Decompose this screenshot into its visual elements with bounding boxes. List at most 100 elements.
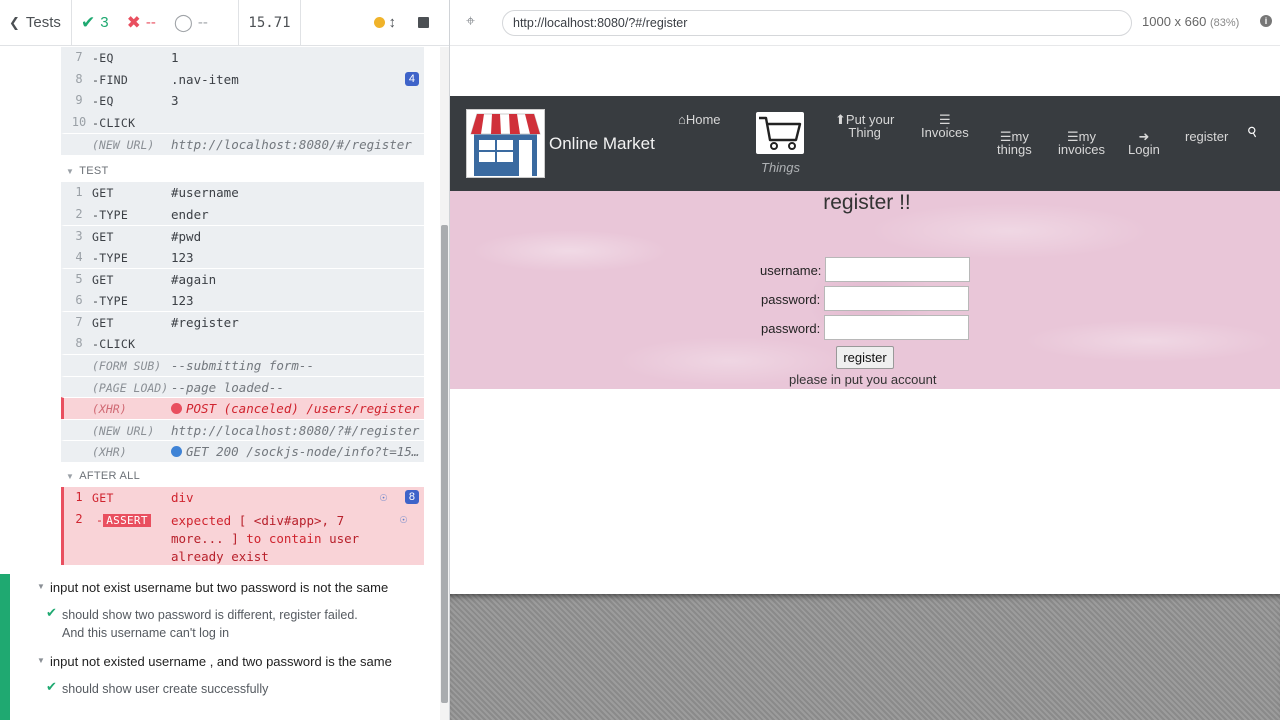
command-row[interactable]: (NEW URL) http://localhost:8080/#/registe… (61, 133, 424, 155)
reporter-header: ❮ Tests ✔ 3 ✖ -- ◯ -- 15.71 ↕ (0, 0, 449, 46)
username-input[interactable] (825, 257, 970, 282)
suite-item[interactable]: ▼ input not exist username but two passwo… (0, 574, 440, 602)
brand-name[interactable]: Online Market (549, 134, 655, 154)
assert-message: expected [ <div#app>, 7 more... ] to con… (171, 512, 360, 564)
cypress-runner: ❮ Tests ✔ 3 ✖ -- ◯ -- 15.71 ↕ 7 -EQ 1 8 -FIND.… (0, 0, 1280, 720)
suite-list: ▼ input not exist username but two passwo… (0, 574, 440, 704)
tests-label: Tests (25, 14, 61, 31)
cart-icon (759, 116, 802, 150)
scrollbar-thumb[interactable] (441, 225, 448, 703)
hook-after-all[interactable]: ▼ AFTER ALL (66, 470, 140, 482)
check-icon: ✔ (81, 12, 96, 32)
nav-register[interactable]: register (1185, 130, 1228, 143)
command-row[interactable]: 8 -CLICK (61, 332, 424, 354)
nav-things[interactable]: Things (761, 160, 800, 175)
nav-home[interactable]: ⌂Home (678, 113, 721, 126)
command-row[interactable]: 10 -CLICK (61, 111, 424, 133)
pin-icon[interactable]: ⚲ (1245, 123, 1261, 142)
status-dot-icon (373, 17, 385, 28)
command-row[interactable]: 9 -EQ 3 (61, 90, 424, 112)
url-bar[interactable]: http://localhost:8080/?#/register (502, 10, 1132, 36)
test-item[interactable]: ✔ should show two password is different,… (0, 602, 440, 648)
command-row[interactable]: 2 -TYPE ender (61, 203, 424, 225)
element-count-badge: 4 (404, 71, 419, 86)
nav-invoices[interactable]: ☰ Invoices (921, 113, 969, 139)
command-row-failed-xhr[interactable]: (XHR) POST (canceled) /users/register (61, 397, 424, 419)
home-icon: ⌂ (678, 112, 686, 127)
command-row[interactable]: 3 GET #pwd (61, 225, 424, 247)
pending-stat: ◯ -- (173, 12, 208, 32)
eye-slash-icon: ☉ (400, 511, 408, 526)
caret-down-icon: ▼ (66, 472, 75, 481)
app-frame: Online Market ⌂Home Things ⬆Put your Thin… (450, 47, 1280, 594)
xhr-status-dot-icon (171, 446, 182, 457)
suite-item[interactable]: ▼ input not existed username , and two pa… (0, 648, 440, 676)
stop-icon[interactable] (418, 17, 429, 28)
command-row[interactable]: (PAGE LOAD) --page loaded-- (61, 375, 424, 397)
command-row[interactable]: 4 -TYPE 123 (61, 246, 424, 268)
test-item[interactable]: ✔ should show user create successfully (0, 676, 440, 704)
passed-stat: ✔ 3 (81, 12, 109, 32)
after-commands: 1 GET div ☉ 8 2 - ASSERT expected [ <div#… (61, 487, 424, 565)
password-row: password: (761, 286, 969, 311)
caret-down-icon: ▼ (66, 167, 75, 176)
nav-login[interactable]: ➜ Login (1128, 130, 1160, 156)
command-row-get-div[interactable]: 1 GET div ☉ 8 (61, 487, 424, 509)
command-row[interactable]: (XHR) GET 200 /sockjs-node/info?t=157... (61, 440, 424, 462)
chevron-left-icon: ❮ (9, 14, 20, 30)
caret-down-icon: ▼ (37, 582, 45, 591)
command-row[interactable]: (FORM SUB) --submitting form-- (61, 354, 424, 376)
command-row[interactable]: 6 -TYPE 123 (61, 289, 424, 311)
store-icon (470, 113, 541, 176)
page-title: register !! (823, 191, 911, 214)
command-row[interactable]: 5 GET #again (61, 268, 424, 290)
nav-my-things[interactable]: ☰my things (997, 130, 1032, 156)
xhr-status-dot-icon (171, 403, 182, 414)
selector-playground-icon[interactable]: ⌖ (466, 13, 475, 31)
check-icon: ✔ (46, 605, 57, 620)
auto-scroll-icon[interactable]: ↕ (389, 14, 397, 31)
nav-my-invoices[interactable]: ☰my invoices (1058, 130, 1105, 156)
reporter-scrollbar[interactable] (440, 47, 449, 720)
cross-icon: ✖ (126, 12, 141, 32)
eye-slash-icon: ☉ (380, 490, 388, 504)
reporter-panel: ❮ Tests ✔ 3 ✖ -- ◯ -- 15.71 ↕ 7 -EQ 1 8 -FIND.… (0, 0, 450, 720)
command-row[interactable]: 8 -FIND .nav-item 4 (61, 68, 424, 90)
tests-nav-button[interactable]: ❮ Tests (0, 0, 72, 45)
nav-things-icon-box[interactable] (756, 112, 804, 154)
command-row[interactable]: 7 -EQ 1 (61, 47, 424, 69)
command-row-assert[interactable]: 2 - ASSERT expected [ <div#app>, 7 more..… (61, 508, 424, 565)
register-button[interactable]: register (836, 346, 894, 369)
viewport-overflow-area (450, 594, 1280, 720)
commands-top: 7 -EQ 1 8 -FIND .nav-item 4 9 -EQ 3 10 -CLICK (N… (61, 47, 424, 155)
element-count-badge: 8 (404, 490, 419, 504)
info-icon[interactable]: i (1260, 15, 1272, 27)
username-row: username: (760, 257, 970, 282)
command-row[interactable]: (NEW URL) http://localhost:8080/?#/regist… (61, 418, 424, 440)
test-commands: 1 GET #username 2 -TYPE ender 3 GET #pwd 4 -TYP… (61, 182, 424, 462)
nav-put-your-thing[interactable]: ⬆Put your Thing (835, 113, 894, 139)
controls: ↕ (301, 0, 449, 45)
store-logo[interactable] (466, 109, 545, 178)
stats: ✔ 3 ✖ -- ◯ -- (72, 0, 239, 45)
failed-stat: ✖ -- (126, 12, 156, 32)
spinner-icon: ◯ (173, 12, 193, 32)
hook-test[interactable]: ▼ TEST (66, 165, 109, 177)
viewport-info: 1000 x 660 (83%) (1142, 14, 1240, 29)
command-log: 7 -EQ 1 8 -FIND .nav-item 4 9 -EQ 3 10 -CLICK (N… (0, 47, 440, 720)
form-message: please in put you account (789, 372, 937, 387)
app-preview: ⌖ http://localhost:8080/?#/register 1000… (450, 0, 1280, 720)
command-row[interactable]: 7 GET #register (61, 311, 424, 333)
password-input[interactable] (824, 286, 969, 311)
duration: 15.71 (239, 0, 301, 45)
password-again-input[interactable] (824, 315, 969, 340)
aut-header: ⌖ http://localhost:8080/?#/register 1000… (450, 0, 1280, 46)
password-again-label: password: (761, 321, 821, 336)
command-row[interactable]: 1 GET #username (61, 182, 424, 204)
username-label: username: (760, 263, 822, 278)
password-again-row: password: (761, 315, 969, 340)
upload-icon: ⬆ (835, 112, 846, 127)
password-label: password: (761, 292, 821, 307)
app-navbar: Online Market ⌂Home Things ⬆Put your Thin… (450, 96, 1280, 191)
check-icon: ✔ (46, 679, 57, 694)
